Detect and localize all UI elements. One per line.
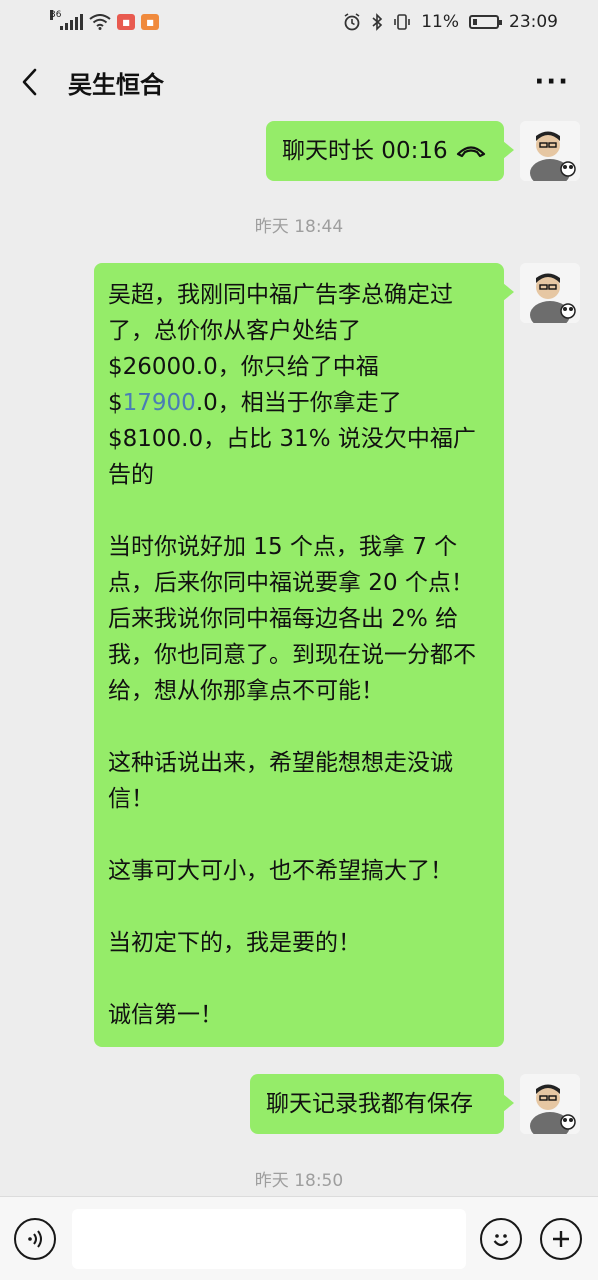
- clock: 23:09: [509, 12, 558, 32]
- plus-icon: [553, 1230, 569, 1247]
- input-bar: [0, 1196, 598, 1280]
- alarm-icon: [344, 13, 360, 31]
- back-button[interactable]: [20, 62, 50, 102]
- chevron-left-icon: [22, 68, 37, 96]
- status-bar: 36 ■ ■ 11% 23:09: [0, 0, 598, 44]
- message-row: 聊天记录我都有保存: [250, 1074, 580, 1134]
- message-paragraph: 吴超，我刚同中福广告李总确定过了，总价你从客户处结了 $26000.0，你只给了…: [108, 282, 476, 488]
- avatar[interactable]: [520, 1074, 580, 1134]
- call-duration-text: 聊天时长 00:16: [282, 138, 448, 164]
- message-row: 吴超，我刚同中福广告李总确定过了，总价你从客户处结了 $26000.0，你只给了…: [94, 263, 580, 1047]
- emoji-icon: [493, 1233, 509, 1246]
- message-input[interactable]: [72, 1208, 466, 1269]
- plus-button[interactable]: [540, 1217, 582, 1260]
- highlighted-number[interactable]: 17900: [123, 390, 196, 416]
- more-options-button[interactable]: ···: [534, 67, 578, 97]
- app-notification-icon: ■: [117, 14, 135, 30]
- text-bubble[interactable]: 聊天记录我都有保存: [250, 1074, 514, 1134]
- vibrate-icon: [394, 14, 411, 30]
- voice-button[interactable]: [14, 1217, 56, 1260]
- message-timestamp: 昨天 18:44: [254, 217, 344, 237]
- long-text-bubble[interactable]: 吴超，我刚同中福广告李总确定过了，总价你从客户处结了 $26000.0，你只给了…: [94, 263, 514, 1047]
- message-paragraph: 这种话说出来，希望能想想走没诚信！: [108, 750, 453, 812]
- chat-header: 吴生恒合 ···: [0, 44, 598, 120]
- battery-percent: 11%: [421, 12, 459, 32]
- bluetooth-icon: [372, 13, 383, 31]
- voice-icon: [28, 1229, 42, 1248]
- phone-hangup-icon: [456, 146, 485, 158]
- call-record-bubble[interactable]: 聊天时长 00:16: [266, 121, 514, 181]
- wifi-icon: [89, 14, 111, 30]
- chat-title: 吴生恒合: [68, 70, 164, 99]
- app-notification-icon: ■: [141, 14, 159, 30]
- avatar[interactable]: [520, 263, 580, 323]
- message-paragraph: 诚信第一！: [108, 1002, 223, 1028]
- battery-icon: [469, 15, 502, 29]
- message-paragraph: 这事可大可小，也不希望搞大了！: [108, 858, 453, 884]
- message-timestamp: 昨天 18:50: [254, 1171, 344, 1191]
- message-row: 聊天时长 00:16: [266, 121, 580, 181]
- avatar[interactable]: [520, 121, 580, 181]
- message-paragraph: 当初定下的，我是要的！: [108, 930, 361, 956]
- message-text: 聊天记录我都有保存: [266, 1091, 473, 1117]
- emoji-button[interactable]: [480, 1217, 522, 1260]
- message-paragraph: 当时你说好加 15 个点，我拿 7 个点，后来你同中福说要拿 20 个点！后来我…: [108, 534, 476, 704]
- signal-icon: 36: [50, 10, 83, 30]
